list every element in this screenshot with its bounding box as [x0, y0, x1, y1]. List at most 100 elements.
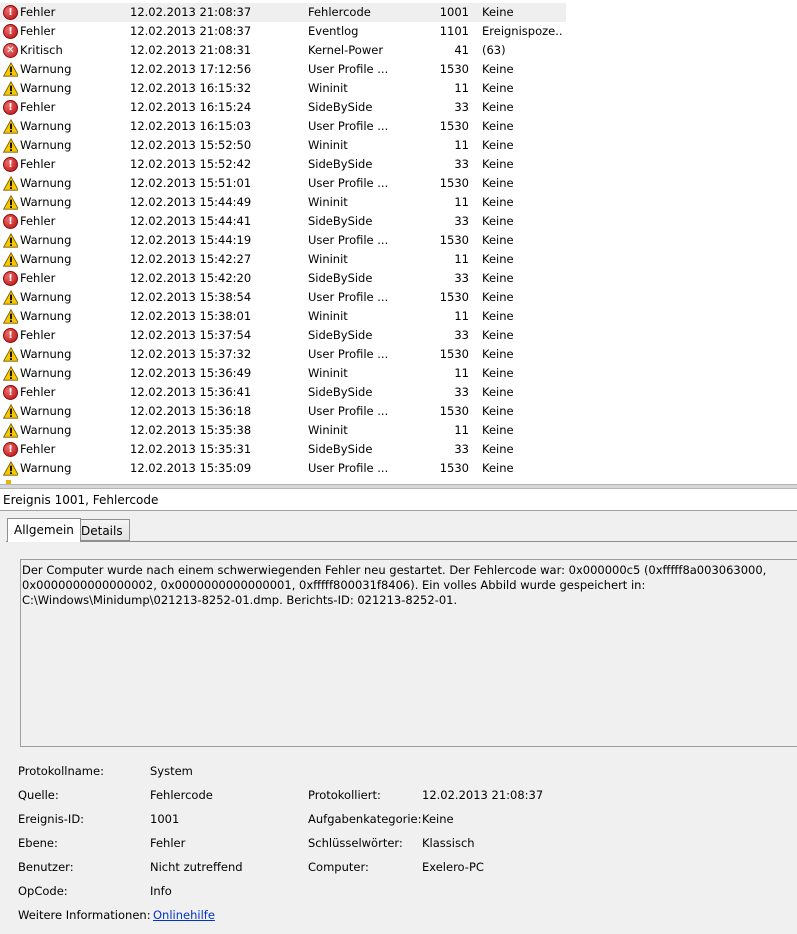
warning-icon	[3, 309, 18, 324]
event-row[interactable]: ! Fehler 12.02.2013 21:08:37 Fehlercode 1001…	[0, 3, 797, 22]
warning-icon	[3, 290, 18, 305]
event-id: 33	[454, 214, 469, 228]
event-task-category: Keine	[482, 214, 514, 228]
computer-label: Computer:	[308, 860, 369, 874]
event-row[interactable]: ! Fehler 12.02.2013 15:44:41 SideBySide 33 Ke…	[0, 212, 797, 231]
warning-icon	[3, 176, 18, 191]
log-name-value: System	[150, 764, 193, 778]
event-date: 12.02.2013 15:51:01	[130, 176, 252, 190]
event-source: SideBySide	[308, 271, 373, 285]
event-date: 12.02.2013 15:42:27	[130, 252, 252, 266]
event-row[interactable]: ! Fehler 12.02.2013 16:15:24 SideBySide 33 Ke…	[0, 98, 797, 117]
event-row[interactable]: Warnung 12.02.2013 16:15:03 User Profile .…	[0, 117, 797, 136]
event-row[interactable]: Warnung 12.02.2013 16:15:32 Wininit 11 Keine	[0, 79, 797, 98]
event-row[interactable]: Warnung 12.02.2013 17:12:56 User Profile .…	[0, 60, 797, 79]
event-level: Warnung	[20, 290, 72, 304]
event-row[interactable]: ! Fehler 12.02.2013 15:36:41 SideBySide 33 Ke…	[0, 383, 797, 402]
event-id: 1101	[439, 24, 469, 38]
warning-icon	[3, 138, 18, 153]
event-id: 11	[454, 309, 469, 323]
event-row[interactable]: ! Fehler 12.02.2013 15:37:54 SideBySide 33 Ke…	[0, 326, 797, 345]
event-level: Warnung	[20, 81, 72, 95]
event-id: 1530	[439, 290, 469, 304]
error-icon: !	[3, 328, 18, 343]
event-task-category: Keine	[482, 233, 514, 247]
event-row[interactable]: ! Fehler 12.02.2013 15:35:31 SideBySide 33 Ke…	[0, 440, 797, 459]
event-source: SideBySide	[308, 385, 373, 399]
event-list[interactable]: ! Fehler 12.02.2013 21:08:37 Fehlercode 1001…	[0, 0, 797, 484]
event-source: Kernel-Power	[308, 43, 384, 57]
event-description[interactable]: Der Computer wurde nach einem schwerwieg…	[20, 559, 797, 747]
event-level: Warnung	[20, 309, 72, 323]
event-id: 33	[454, 157, 469, 171]
event-row[interactable]: Warnung 12.02.2013 15:35:38 Wininit 11 Keine	[0, 421, 797, 440]
event-row[interactable]: Warnung 12.02.2013 15:37:32 User Profile .…	[0, 345, 797, 364]
event-row[interactable]: Warnung 12.02.2013 15:38:54 User Profile .…	[0, 288, 797, 307]
event-level: Warnung	[20, 233, 72, 247]
event-row[interactable]: Warnung 12.02.2013 15:44:19 User Profile .…	[0, 231, 797, 250]
event-level: Warnung	[20, 62, 72, 76]
event-row[interactable]: Warnung 12.02.2013 15:52:50 Wininit 11 Keine	[0, 136, 797, 155]
event-level: Warnung	[20, 366, 72, 380]
event-id: 1530	[439, 176, 469, 190]
event-task-category: Keine	[482, 62, 514, 76]
event-source: Wininit	[308, 309, 348, 323]
event-date: 12.02.2013 15:38:01	[130, 309, 252, 323]
warning-icon	[3, 62, 18, 77]
keywords-value: Klassisch	[422, 836, 475, 850]
event-row[interactable]: Warnung 12.02.2013 15:42:27 Wininit 11 Keine	[0, 250, 797, 269]
event-source: User Profile ...	[308, 233, 389, 247]
event-level: Fehler	[20, 5, 56, 19]
online-help-link[interactable]: Onlinehilfe	[153, 908, 215, 922]
error-icon: !	[3, 214, 18, 229]
more-info-label: Weitere Informationen:	[18, 908, 151, 922]
description-text: Der Computer wurde nach einem schwerwieg…	[22, 563, 767, 607]
event-row[interactable]: ! Fehler 12.02.2013 15:42:20 SideBySide 33 Ke…	[0, 269, 797, 288]
event-row[interactable]: ✕ Kritisch 12.02.2013 21:08:31 Kernel-Power…	[0, 41, 797, 60]
critical-icon: ✕	[3, 43, 18, 58]
opcode-label: OpCode:	[18, 884, 68, 898]
task-category-value: Keine	[422, 812, 454, 826]
event-date: 12.02.2013 21:08:31	[130, 43, 252, 57]
computer-value: Exelero-PC	[422, 860, 484, 874]
event-date: 12.02.2013 17:12:56	[130, 62, 252, 76]
event-date: 12.02.2013 15:44:41	[130, 214, 252, 228]
detail-title: Ereignis 1001, Fehlercode	[0, 489, 797, 511]
event-level: Warnung	[20, 119, 72, 133]
event-level: Kritisch	[20, 43, 63, 57]
source-value: Fehlercode	[150, 788, 213, 802]
logged-label: Protokolliert:	[308, 788, 381, 802]
event-row[interactable]: Warnung 12.02.2013 15:44:49 Wininit 11 Keine	[0, 193, 797, 212]
event-date: 12.02.2013 15:44:19	[130, 233, 252, 247]
event-date: 12.02.2013 15:35:09	[130, 461, 252, 475]
event-row[interactable]: ! Fehler 12.02.2013 15:52:42 SideBySide 33 Ke…	[0, 155, 797, 174]
event-task-category: Keine	[482, 404, 514, 418]
event-level: Warnung	[20, 138, 72, 152]
event-level: Fehler	[20, 24, 56, 38]
event-source: Wininit	[308, 252, 348, 266]
event-row[interactable]: ! Fehler 12.02.2013 21:08:37 Eventlog 1101 Er…	[0, 22, 797, 41]
event-date: 12.02.2013 16:15:03	[130, 119, 252, 133]
event-row[interactable]: Warnung 12.02.2013 15:36:18 User Profile .…	[0, 402, 797, 421]
event-task-category: Keine	[482, 138, 514, 152]
tab-general[interactable]: Allgemein	[7, 518, 81, 542]
event-row[interactable]: Warnung 12.02.2013 15:36:49 Wininit 11 Keine	[0, 364, 797, 383]
event-id: 11	[454, 81, 469, 95]
warning-icon	[3, 461, 18, 476]
event-id: 41	[454, 43, 469, 57]
event-source: User Profile ...	[308, 347, 389, 361]
event-row[interactable]: Warnung 12.02.2013 15:38:01 Wininit 11 Keine	[0, 307, 797, 326]
event-task-category: Keine	[482, 309, 514, 323]
event-source: User Profile ...	[308, 461, 389, 475]
event-source: Wininit	[308, 138, 348, 152]
event-date: 12.02.2013 15:52:42	[130, 157, 252, 171]
tab-details[interactable]: Details	[74, 519, 130, 541]
event-row[interactable]: Warnung 12.02.2013 15:35:09 User Profile .…	[0, 459, 797, 478]
event-source: SideBySide	[308, 214, 373, 228]
event-date: 12.02.2013 15:35:31	[130, 442, 252, 456]
event-row[interactable]: Warnung 12.02.2013 15:51:01 User Profile .…	[0, 174, 797, 193]
event-source: User Profile ...	[308, 176, 389, 190]
event-id: 11	[454, 138, 469, 152]
event-id: 1530	[439, 62, 469, 76]
event-task-category: Keine	[482, 195, 514, 209]
